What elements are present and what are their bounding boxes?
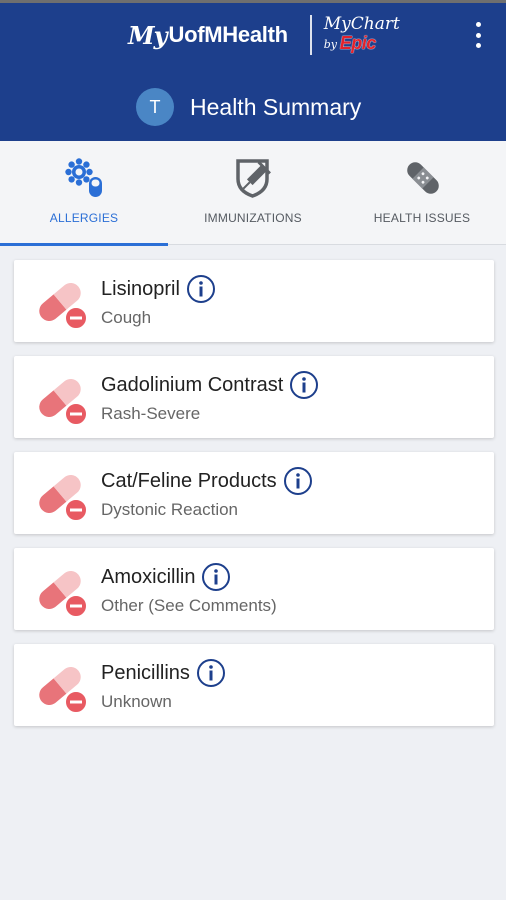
info-icon[interactable] [283, 466, 313, 496]
tab-bar: ALLERGIES IMMUNIZATIONS HEALTH ISSUES [0, 141, 506, 246]
allergy-name-row: Lisinopril [101, 274, 216, 304]
allergy-card[interactable]: Gadolinium Contrast Rash-Severe [14, 356, 494, 438]
kebab-menu-icon[interactable] [466, 20, 490, 50]
allergy-name-row: Gadolinium Contrast [101, 370, 319, 400]
allergy-reaction: Unknown [101, 692, 172, 711]
bandage-icon [407, 162, 439, 194]
tab-immunizations[interactable]: IMMUNIZATIONS [169, 141, 337, 245]
tab-health-issues[interactable]: HEALTH ISSUES [338, 141, 506, 245]
allergy-name: Penicillins [101, 661, 190, 684]
tab-label: ALLERGIES [49, 211, 119, 225]
brand-name: UofMHealth [168, 22, 289, 47]
allergy-reaction: Cough [101, 308, 152, 327]
allergy-name: Amoxicillin [101, 565, 196, 588]
allergy-card[interactable]: Penicillins Unknown [14, 644, 494, 726]
tab-label: IMMUNIZATIONS [204, 211, 302, 225]
info-icon[interactable] [186, 274, 216, 304]
title-row: T Health Summary [136, 87, 361, 127]
allergy-card[interactable]: Amoxicillin Other (See Comments) [14, 548, 494, 630]
brand-logo: My UofMHealth MyChart by Epic [128, 14, 404, 56]
avatar[interactable]: T [136, 88, 174, 126]
brand-my: My [128, 20, 168, 50]
pill-minus-icon [39, 379, 88, 426]
pill-minus-icon [39, 475, 88, 522]
allergy-name: Gadolinium Contrast [101, 373, 284, 396]
info-icon[interactable] [196, 658, 226, 688]
allergies-icon [65, 158, 102, 197]
allergy-name: Lisinopril [101, 277, 180, 300]
pill-minus-icon [39, 571, 88, 618]
syringe-shield-icon [236, 159, 271, 198]
app-header: My UofMHealth MyChart by Epic T Health S… [0, 0, 506, 141]
pill-minus-icon [39, 283, 88, 330]
mychart-text: MyChart [323, 14, 400, 34]
status-strip [0, 0, 506, 3]
active-tab-indicator [0, 243, 168, 246]
tab-label: HEALTH ISSUES [373, 211, 471, 225]
epic-text: Epic [339, 33, 377, 53]
info-icon[interactable] [289, 370, 319, 400]
tab-allergies[interactable]: ALLERGIES [0, 141, 168, 246]
allergy-name-row: Amoxicillin [101, 562, 231, 592]
brand-divider [309, 15, 312, 55]
by-text: by [323, 38, 337, 51]
pill-minus-icon [39, 667, 88, 714]
page-title: Health Summary [190, 93, 362, 120]
allergy-name: Cat/Feline Products [101, 469, 277, 492]
allergy-card[interactable]: Lisinopril Cough [14, 260, 494, 342]
allergy-reaction: Dystonic Reaction [101, 500, 239, 519]
allergy-name-row: Cat/Feline Products [101, 466, 313, 496]
mychart-logo: MyChart by Epic [324, 14, 404, 56]
allergy-reaction: Other (See Comments) [101, 596, 277, 615]
info-icon[interactable] [201, 562, 231, 592]
allergy-name-row: Penicillins [101, 658, 226, 688]
allergy-card[interactable]: Cat/Feline Products Dystonic Reaction [14, 452, 494, 534]
allergy-reaction: Rash-Severe [101, 404, 201, 423]
